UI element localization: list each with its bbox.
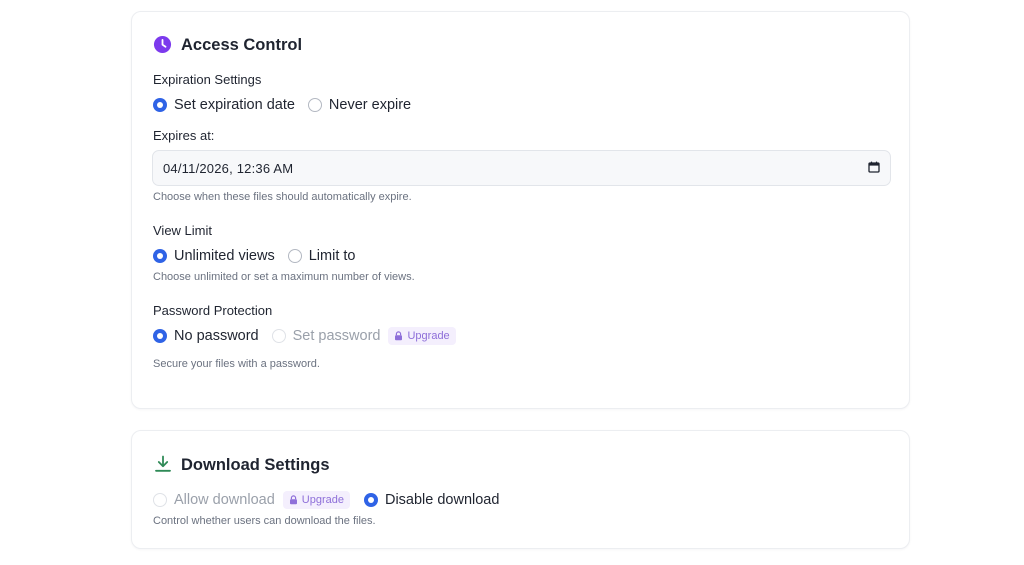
- radio-label: No password: [174, 328, 259, 344]
- radio-label: Set expiration date: [174, 97, 295, 113]
- password-help-text: Secure your files with a password.: [153, 358, 320, 370]
- radio-indicator-checked[interactable]: [153, 249, 167, 263]
- radio-set-expiration-date[interactable]: Set expiration date: [153, 97, 295, 113]
- upgrade-badge[interactable]: Upgrade: [388, 327, 456, 345]
- radio-indicator-checked[interactable]: [153, 329, 167, 343]
- datetime-value: 04/11/2026, 12:36 AM: [163, 160, 294, 176]
- radio-disable-download[interactable]: Disable download: [363, 492, 500, 508]
- download-settings-title: Download Settings: [181, 456, 330, 474]
- download-radio-group: Allow download Upgrade Disable download: [153, 490, 499, 510]
- radio-indicator-disabled: [153, 493, 167, 507]
- view-limit-label: View Limit: [153, 223, 213, 238]
- download-settings-card: Download Settings Allow download Upgrade…: [131, 430, 910, 549]
- expiration-help-text: Choose when these files should automatic…: [153, 191, 412, 203]
- radio-unlimited-views[interactable]: Unlimited views: [153, 248, 275, 264]
- radio-indicator-disabled: [271, 329, 286, 343]
- radio-no-password[interactable]: No password: [153, 328, 259, 344]
- password-protection-label: Password Protection: [153, 303, 273, 318]
- view-limit-help-text: Choose unlimited or set a maximum number…: [153, 271, 415, 283]
- lock-icon: [395, 331, 403, 341]
- view-limit-radio-group: Unlimited views Limit to: [153, 246, 355, 266]
- radio-set-password: Set password: [271, 328, 381, 344]
- clock-icon: [153, 35, 172, 59]
- lock-icon: [289, 495, 297, 505]
- radio-label: Never expire: [328, 97, 412, 113]
- radio-limit-to[interactable]: Limit to: [287, 248, 356, 264]
- radio-indicator-checked[interactable]: [153, 98, 167, 112]
- radio-indicator[interactable]: [307, 98, 322, 112]
- password-radio-group: No password Set password Upgrade: [153, 326, 456, 346]
- upgrade-badge[interactable]: Upgrade: [282, 491, 350, 509]
- expiration-settings-label: Expiration Settings: [153, 72, 262, 87]
- access-control-card: Access Control Expiration Settings Set e…: [131, 11, 910, 409]
- radio-label: Disable download: [384, 492, 500, 508]
- expiration-datetime-input[interactable]: 04/11/2026, 12:36 AM: [152, 150, 891, 186]
- radio-label: Limit to: [308, 248, 356, 264]
- expiration-radio-group: Set expiration date Never expire: [153, 95, 411, 115]
- radio-indicator[interactable]: [287, 249, 302, 263]
- download-icon: [154, 455, 172, 478]
- access-control-title: Access Control: [181, 36, 303, 54]
- radio-never-expire[interactable]: Never expire: [307, 97, 412, 113]
- radio-label: Set password: [292, 328, 381, 344]
- calendar-icon[interactable]: [868, 161, 880, 176]
- radio-allow-download: Allow download: [153, 492, 275, 508]
- upgrade-badge-label: Upgrade: [407, 330, 450, 342]
- download-help-text: Control whether users can download the f…: [153, 515, 376, 527]
- upgrade-badge-label: Upgrade: [301, 494, 344, 506]
- expires-at-label: Expires at:: [153, 128, 215, 143]
- radio-label: Unlimited views: [174, 248, 275, 264]
- radio-label: Allow download: [174, 492, 275, 508]
- radio-indicator-checked[interactable]: [363, 493, 378, 507]
